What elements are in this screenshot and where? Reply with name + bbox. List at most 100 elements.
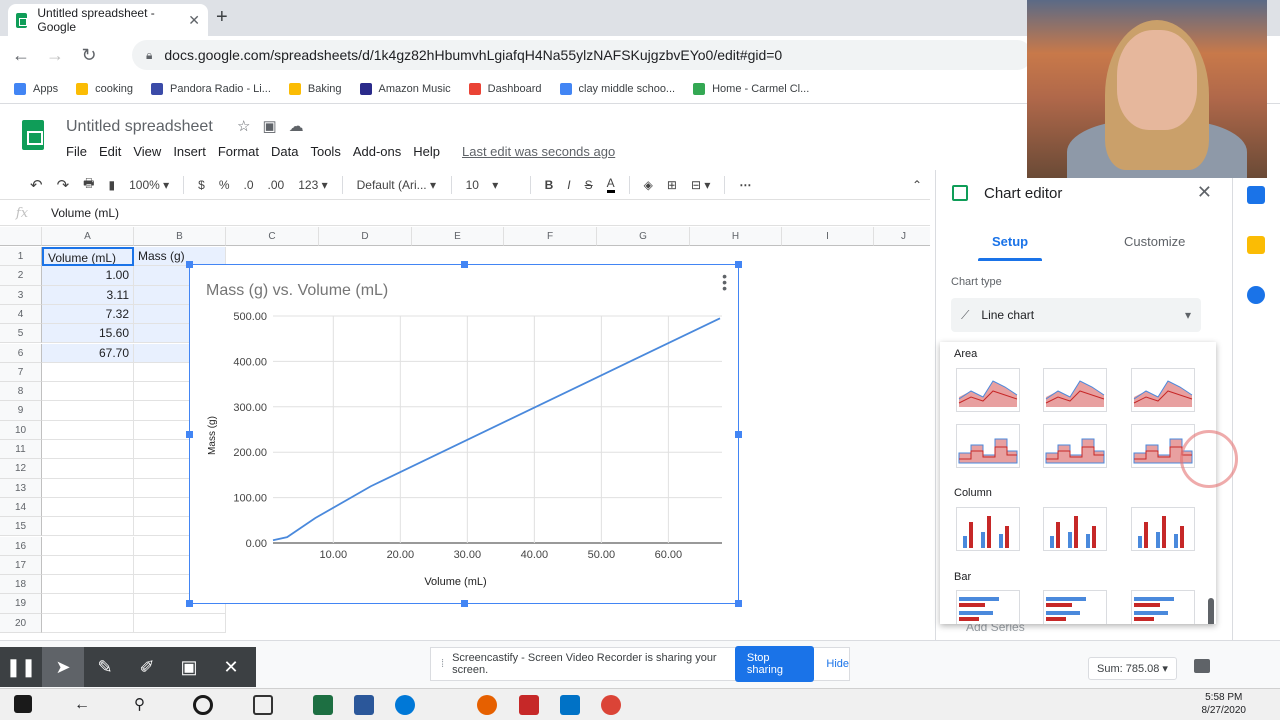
row-header[interactable]: 1 bbox=[0, 247, 42, 267]
word-icon[interactable] bbox=[354, 695, 374, 715]
cell-a15[interactable] bbox=[42, 517, 134, 537]
row-header[interactable]: 6 bbox=[0, 343, 42, 363]
stop-sharing-button[interactable]: Stop sharing bbox=[734, 646, 815, 682]
column-header[interactable]: H bbox=[690, 227, 782, 246]
search-icon[interactable]: ⚲ bbox=[134, 695, 154, 715]
camera-icon[interactable]: ▣ bbox=[168, 647, 210, 687]
more-icon[interactable]: ⋯ bbox=[739, 178, 751, 192]
cell-a16[interactable] bbox=[42, 536, 134, 556]
cortana-icon[interactable] bbox=[193, 695, 213, 715]
row-header[interactable]: 9 bbox=[0, 401, 42, 421]
cell-a2[interactable]: 1.00 bbox=[42, 266, 134, 286]
firefox-icon[interactable] bbox=[477, 695, 497, 715]
cell-a13[interactable] bbox=[42, 478, 134, 498]
resize-handle[interactable] bbox=[735, 431, 742, 438]
cloud-status-icon[interactable]: ☁ bbox=[289, 118, 316, 135]
resize-handle[interactable] bbox=[735, 261, 742, 268]
embedded-chart[interactable]: Mass (g) vs. Volume (mL) • • • 0.00 100.00 2… bbox=[186, 261, 742, 607]
bookmark-item[interactable]: Baking bbox=[288, 82, 342, 95]
resize-handle[interactable] bbox=[735, 600, 742, 607]
text-color-button[interactable]: A bbox=[606, 176, 615, 193]
column-header[interactable]: A bbox=[42, 227, 134, 246]
menu-item-insert[interactable]: Insert bbox=[173, 144, 206, 159]
menu-item-file[interactable]: File bbox=[66, 144, 87, 159]
column-header[interactable]: C bbox=[226, 227, 319, 246]
more-formats-select[interactable]: 123 ▾ bbox=[298, 178, 327, 192]
row-header[interactable]: 14 bbox=[0, 497, 42, 518]
bookmark-item[interactable]: Pandora Radio - Li... bbox=[151, 82, 271, 95]
cell-a11[interactable] bbox=[42, 440, 134, 460]
cell-a8[interactable] bbox=[42, 382, 134, 402]
reload-icon[interactable]: ↻ bbox=[72, 45, 106, 66]
bookmark-item[interactable]: clay middle schoo... bbox=[559, 82, 675, 95]
column-header[interactable]: I bbox=[782, 227, 874, 246]
resize-handle[interactable] bbox=[461, 261, 468, 268]
outlook-icon[interactable] bbox=[560, 695, 580, 715]
document-title[interactable]: Untitled spreadsheet bbox=[66, 118, 213, 136]
strikethrough-button[interactable]: S bbox=[585, 178, 593, 192]
address-bar[interactable]: 🔒︎ docs.google.com/spreadsheets/d/1k4gz8… bbox=[132, 40, 1032, 70]
bookmark-item[interactable]: Dashboard bbox=[468, 82, 542, 95]
bookmark-item[interactable]: Home - Carmel Cl... bbox=[693, 82, 809, 95]
star-icon[interactable]: ☆ bbox=[237, 118, 262, 135]
row-header[interactable]: 19 bbox=[0, 594, 42, 614]
row-header[interactable]: 2 bbox=[0, 266, 42, 286]
explore-icon[interactable] bbox=[1194, 659, 1210, 673]
calendar-icon[interactable] bbox=[1247, 186, 1265, 204]
cell-a10[interactable] bbox=[42, 420, 134, 440]
borders-icon[interactable]: ⊞ bbox=[667, 178, 677, 192]
undo-icon[interactable]: ↶ bbox=[30, 176, 43, 194]
excel-icon[interactable] bbox=[313, 695, 333, 715]
cell-a18[interactable] bbox=[42, 575, 134, 595]
forward-icon[interactable]: → bbox=[38, 45, 72, 66]
row-header[interactable]: 7 bbox=[0, 362, 42, 383]
dropdown-scrollbar[interactable] bbox=[1208, 598, 1214, 624]
cursor-icon[interactable]: ➤ bbox=[42, 647, 84, 687]
column-header[interactable]: F bbox=[504, 227, 597, 246]
cell-a1[interactable]: Volume (mL) bbox=[42, 247, 134, 267]
back-icon[interactable]: ← bbox=[4, 45, 38, 66]
resize-handle[interactable] bbox=[186, 261, 193, 268]
fill-color-icon[interactable]: ◈ bbox=[644, 178, 653, 192]
hide-button[interactable]: Hide bbox=[826, 658, 849, 670]
bookmark-item[interactable]: Apps bbox=[14, 82, 58, 95]
row-header[interactable]: 13 bbox=[0, 478, 42, 498]
cell-a17[interactable] bbox=[42, 555, 134, 576]
stepped-area-chart-thumbnail[interactable] bbox=[1043, 424, 1107, 468]
print-icon[interactable]: 🖶 bbox=[83, 174, 94, 195]
row-header[interactable]: 17 bbox=[0, 555, 42, 576]
cell-a5[interactable]: 15.60 bbox=[42, 324, 134, 344]
windows-start-icon[interactable] bbox=[14, 695, 32, 713]
chart-type-select[interactable]: ⟋ Line chart ▾ bbox=[951, 298, 1201, 332]
bookmark-item[interactable]: Amazon Music bbox=[359, 82, 451, 95]
merge-cells-icon[interactable]: ⊟ ▾ bbox=[691, 178, 710, 192]
increase-decimal-button[interactable]: .00 bbox=[268, 178, 285, 192]
percent-button[interactable]: % bbox=[219, 178, 230, 192]
formula-input[interactable]: Volume (mL) bbox=[51, 206, 119, 220]
font-select[interactable]: Default (Ari... ▾ bbox=[357, 178, 437, 192]
cell-a12[interactable] bbox=[42, 459, 134, 479]
area-chart-thumbnail[interactable] bbox=[1043, 368, 1107, 412]
row-header[interactable]: 8 bbox=[0, 382, 42, 402]
last-edit-link[interactable]: Last edit was seconds ago bbox=[462, 144, 615, 159]
keep-icon[interactable] bbox=[1247, 236, 1265, 254]
tab-close-icon[interactable]: ✕ bbox=[188, 12, 200, 29]
redo-icon[interactable]: ↷ bbox=[57, 176, 70, 194]
paint-format-icon[interactable]: ▮ bbox=[108, 178, 115, 192]
tab-customize[interactable]: Customize bbox=[1124, 234, 1185, 249]
chrome-icon[interactable] bbox=[601, 695, 621, 715]
menu-item-help[interactable]: Help bbox=[413, 144, 440, 159]
cell-a20[interactable] bbox=[42, 613, 134, 633]
row-header[interactable]: 18 bbox=[0, 575, 42, 595]
zoom-select[interactable]: 100% ▾ bbox=[129, 178, 169, 192]
new-tab-icon[interactable]: + bbox=[216, 6, 228, 29]
cell-a4[interactable]: 7.32 bbox=[42, 304, 134, 325]
currency-button[interactable]: $ bbox=[198, 178, 205, 192]
column-header[interactable]: B bbox=[134, 227, 226, 246]
pause-icon[interactable]: ❚❚ bbox=[0, 647, 42, 687]
column-header[interactable]: D bbox=[319, 227, 412, 246]
area-chart-thumbnail[interactable] bbox=[956, 368, 1020, 412]
row-header[interactable]: 20 bbox=[0, 613, 42, 633]
decrease-decimal-button[interactable]: .0 bbox=[244, 178, 254, 192]
row-header[interactable]: 15 bbox=[0, 517, 42, 537]
